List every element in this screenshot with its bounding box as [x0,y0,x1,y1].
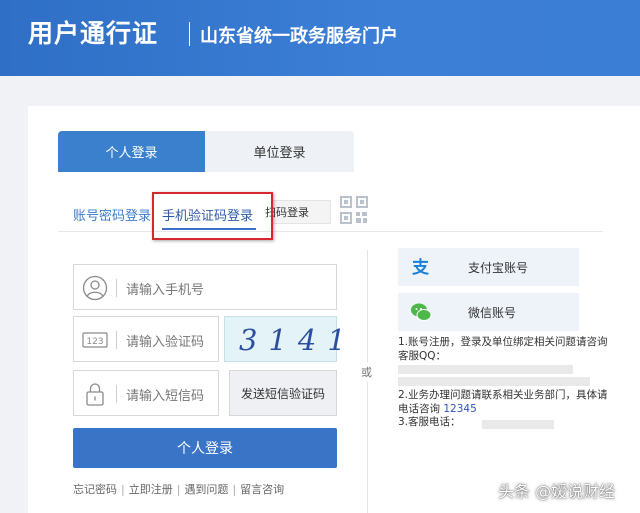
problem-link[interactable]: 遇到问题 [184,483,228,496]
phone-placeholder: 请输入手机号 [126,283,205,298]
help-notes: 1.账号注册，登录及单位绑定相关问题请咨询客服QQ： 2.业务办理问题请联系相关… [398,336,608,430]
page-title: 用户通行证 [28,19,159,48]
qr-code-icon[interactable] [340,196,368,224]
field-divider [116,279,117,297]
hotline-number: 12345 [443,402,477,415]
personal-login-button[interactable]: 个人登录 [73,428,337,468]
message-link[interactable]: 留言咨询 [240,483,284,496]
field-divider [116,385,117,403]
red-highlight-box [152,192,273,240]
tab-account-password-login[interactable]: 账号密码登录 [73,205,151,224]
note-phone-text: 3.客服电话： [398,416,461,428]
link-separator: | [232,483,237,496]
wechat-label: 微信账号 [468,306,517,320]
footer-links: 忘记密码 | 立即注册 | 遇到问题 | 留言咨询 [73,481,284,497]
note-qq: 1.账号注册，登录及单位绑定相关问题请咨询客服QQ： [398,336,608,362]
sms-placeholder: 请输入短信码 [126,389,205,404]
lock-icon [86,383,104,406]
note-phone: 3.客服电话： [398,416,608,430]
sms-code-input[interactable]: 请输入短信码 [73,370,219,416]
wechat-login-button[interactable]: 微信账号 [398,293,579,331]
wechat-icon [411,303,432,321]
phone-input[interactable]: 请输入手机号 [73,264,337,310]
forgot-password-link[interactable]: 忘记密码 [73,483,117,496]
user-icon [82,275,108,301]
redacted-info [398,377,590,386]
redacted-qq [398,365,573,374]
note-business: 2.业务办理问题请联系相关业务部门，具体请电话咨询 12345 [398,389,608,416]
redacted-phone [482,420,554,429]
header-separator [189,22,190,46]
captcha-image[interactable]: 3141 [224,316,346,362]
header-banner: 用户通行证 山东省统一政务服务门户 [0,0,640,76]
or-label: 或 [361,362,372,382]
page-subtitle: 山东省统一政务服务门户 [200,26,398,47]
note-business-text: 2.业务办理问题请联系相关业务部门，具体请电话咨询 [398,389,608,415]
number-123-icon: 123 [82,332,108,348]
svg-text:支: 支 [412,257,430,278]
alipay-login-button[interactable]: 支 支付宝账号 [398,248,579,286]
alipay-icon: 支 [412,257,430,278]
send-sms-code-button[interactable]: 发送短信验证码 [229,370,337,416]
subtab-divider [58,231,603,232]
link-separator: | [121,483,125,496]
tab-scan-login[interactable]: 扫码登录 [265,200,331,224]
captcha-text: 3141 [239,323,357,357]
tab-personal-login[interactable]: 个人登录 [58,131,205,172]
register-link[interactable]: 立即注册 [129,483,173,496]
link-separator: | [176,483,181,496]
watermark: 头条 @嫒说财经 [498,482,616,501]
alipay-label: 支付宝账号 [468,261,529,275]
field-divider [116,331,117,349]
tab-unit-login[interactable]: 单位登录 [205,131,354,172]
captcha-input[interactable]: 123 请输入验证码 [73,316,219,362]
captcha-placeholder: 请输入验证码 [126,335,205,350]
svg-text:123: 123 [86,337,103,347]
